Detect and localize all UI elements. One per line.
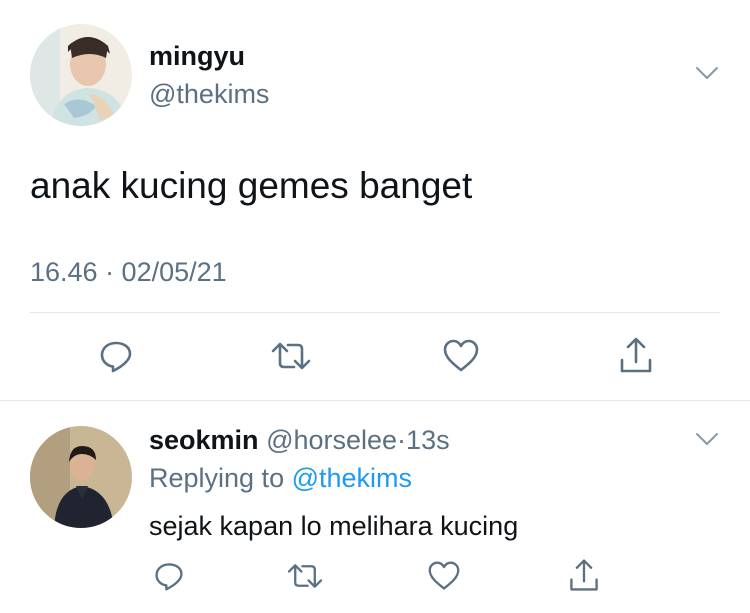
retweet-icon <box>271 342 311 370</box>
reply-share-button[interactable] <box>566 556 602 594</box>
section-divider <box>0 400 750 401</box>
tweet-text: anak kucing gemes banget <box>30 165 473 206</box>
reply-header: seokmin @horselee·13s <box>149 424 450 456</box>
replying-to-line: Replying to @thekims <box>149 462 412 494</box>
reply-reply-button[interactable] <box>153 560 185 592</box>
retweet-button[interactable] <box>270 338 312 374</box>
replying-to-label: Replying to <box>149 463 285 493</box>
share-button[interactable] <box>616 334 656 376</box>
author-avatar[interactable] <box>30 24 132 126</box>
chevron-down-icon[interactable] <box>694 64 720 82</box>
share-icon <box>620 337 652 373</box>
like-button[interactable] <box>442 338 480 374</box>
reply-retweet-button[interactable] <box>286 560 324 592</box>
reply-icon <box>100 341 132 373</box>
reply-author-handle[interactable]: @horselee <box>266 425 397 455</box>
author-name[interactable]: mingyu <box>149 40 245 72</box>
replying-to-handle-link[interactable]: @thekims <box>292 463 412 493</box>
reply-time-ago[interactable]: 13s <box>406 425 450 455</box>
reply-chevron-down-icon[interactable] <box>694 430 720 448</box>
reply-button[interactable] <box>98 338 134 374</box>
reply-author-name[interactable]: seokmin <box>149 425 259 455</box>
reply-like-button[interactable] <box>427 560 461 592</box>
like-icon <box>443 339 479 372</box>
reply-text: sejak kapan lo melihara kucing <box>149 511 519 541</box>
reply-separator: · <box>397 425 407 455</box>
author-handle[interactable]: @thekims <box>149 78 269 110</box>
divider <box>30 312 720 313</box>
reply-author-avatar[interactable] <box>30 426 132 528</box>
reply-icon <box>155 563 183 591</box>
share-icon <box>570 559 598 591</box>
like-icon <box>428 561 460 590</box>
tweet-timestamp[interactable]: 16.46 · 02/05/21 <box>30 256 227 288</box>
retweet-icon <box>287 564 323 588</box>
